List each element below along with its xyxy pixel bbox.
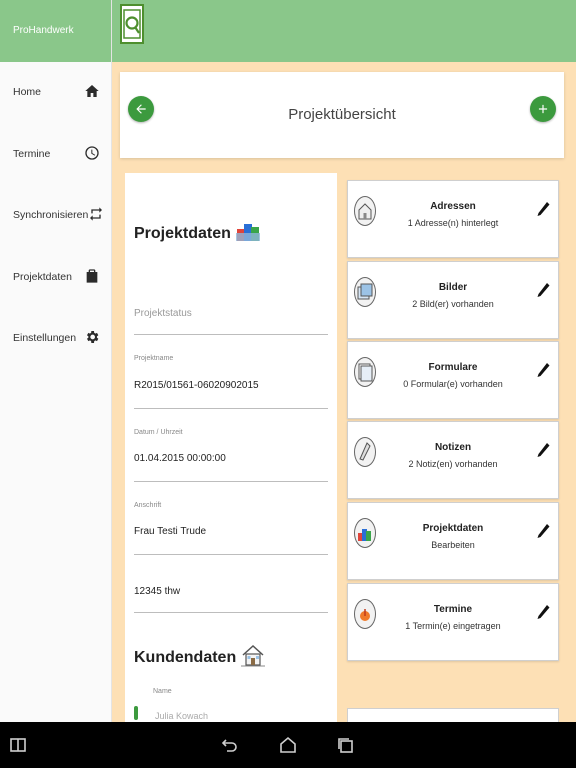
app-logo-icon[interactable] — [120, 4, 144, 44]
house-icon — [241, 644, 266, 667]
field-label: Projektname — [134, 355, 174, 362]
person-icon — [134, 706, 138, 720]
tile-title: Termine — [433, 604, 473, 615]
plus-icon — [538, 104, 548, 114]
sidebar-item-label: Projektdaten — [13, 271, 72, 283]
tile-title: Formulare — [428, 362, 478, 373]
tile-bilder[interactable]: Bilder 2 Bild(er) vorhanden — [347, 261, 559, 339]
projektdaten-section-title: Projektdaten — [134, 219, 261, 243]
top-bar — [112, 0, 576, 62]
tile-subtitle: 1 Adresse(n) hinterlegt — [407, 218, 499, 228]
tile-subtitle: 1 Termin(e) eingetragen — [405, 621, 501, 631]
tile-adressen[interactable]: Adressen 1 Adresse(n) hinterlegt — [347, 180, 559, 258]
field-label: Datum / Uhrzeit — [134, 429, 183, 436]
kundendaten-section-title: Kundendaten — [134, 643, 266, 667]
home-nav-icon[interactable] — [278, 735, 298, 755]
recent-apps-icon[interactable] — [336, 735, 356, 755]
tile-partial — [347, 708, 559, 722]
pictures-icon — [354, 277, 376, 307]
sidebar-item-termine[interactable]: Termine — [0, 134, 112, 174]
field-value: 01.04.2015 00:00:00 — [134, 453, 226, 464]
sidebar-item-projektdaten[interactable]: Projektdaten — [0, 257, 112, 297]
tile-title: Bilder — [438, 282, 468, 293]
edit-pencil-icon[interactable] — [536, 523, 550, 541]
section-title-text: Projektdaten — [134, 225, 231, 242]
edit-pencil-icon[interactable] — [536, 604, 550, 622]
project-data-icon — [354, 518, 376, 548]
gear-icon — [84, 329, 100, 348]
sidebar-item-synchronisieren[interactable]: Synchronisieren — [0, 195, 112, 235]
page-title: Projektübersicht — [288, 106, 396, 123]
projektstatus-field[interactable]: Projektstatus — [134, 301, 328, 335]
tile-subtitle: 2 Bild(er) vorhanden — [412, 299, 494, 309]
ort-field[interactable]: 12345 thw — [134, 577, 328, 613]
section-title-text: Kundendaten — [134, 649, 237, 666]
split-screen-icon[interactable] — [8, 735, 28, 755]
tile-subtitle: 0 Formular(e) vorhanden — [403, 379, 503, 389]
tile-title: Projektdaten — [422, 523, 484, 534]
tile-notizen[interactable]: Notizen 2 Notiz(en) vorhanden — [347, 421, 559, 499]
home-icon — [84, 83, 100, 102]
page-header: Projektübersicht — [120, 72, 564, 158]
tile-subtitle: Bearbeiten — [431, 540, 475, 550]
notes-icon — [354, 437, 376, 467]
sidebar-item-label: Termine — [13, 148, 51, 160]
edit-pencil-icon[interactable] — [536, 282, 550, 300]
projektstatus-placeholder: Projektstatus — [134, 308, 192, 319]
system-navigation-bar — [0, 722, 576, 768]
datum-uhrzeit-field[interactable]: Datum / Uhrzeit 01.04.2015 00:00:00 — [134, 429, 328, 482]
tile-projektdaten[interactable]: Projektdaten Bearbeiten — [347, 502, 559, 580]
address-icon — [354, 196, 376, 226]
tile-formulare[interactable]: Formulare 0 Formular(e) vorhanden — [347, 341, 559, 419]
kunden-name-label: Name — [153, 688, 172, 695]
sync-icon — [88, 206, 104, 225]
tile-title: Adressen — [430, 201, 476, 212]
edit-pencil-icon[interactable] — [536, 201, 550, 219]
tile-title: Notizen — [434, 442, 472, 453]
field-label: Anschrift — [134, 502, 162, 509]
chart-folder-icon — [235, 224, 260, 241]
field-value: Frau Testi Trude — [134, 526, 207, 537]
kunden-name-value: Julia Kowach — [155, 711, 209, 721]
sidebar-item-label: Synchronisieren — [13, 209, 89, 221]
sidebar-item-home[interactable]: Home — [0, 72, 112, 112]
sidebar: ProHandwerk Home Termine Synchronisieren… — [0, 0, 112, 722]
sidebar-item-label: Home — [13, 86, 42, 98]
tile-termine[interactable]: Termine 1 Termin(e) eingetragen — [347, 583, 559, 661]
forms-icon — [354, 357, 376, 387]
clock-icon — [84, 145, 100, 164]
sidebar-item-label: Einstellungen — [13, 332, 77, 344]
appointment-icon — [354, 599, 376, 629]
field-value: R2015/01561-06020902015 — [134, 380, 259, 391]
edit-pencil-icon[interactable] — [536, 362, 550, 380]
briefcase-icon — [84, 268, 100, 287]
anschrift-field[interactable]: Anschrift Frau Testi Trude — [134, 502, 328, 555]
back-nav-icon[interactable] — [220, 735, 240, 755]
field-value: 12345 thw — [134, 586, 181, 597]
projektname-field[interactable]: Projektname R2015/01561-06020902015 — [134, 355, 328, 409]
edit-pencil-icon[interactable] — [536, 442, 550, 460]
add-button[interactable] — [530, 96, 556, 122]
sidebar-app-title: ProHandwerk — [0, 0, 111, 62]
sidebar-item-einstellungen[interactable]: Einstellungen — [0, 318, 112, 358]
tile-subtitle: 2 Notiz(en) vorhanden — [408, 459, 498, 469]
project-details-card: Projektdaten Projektstatus Projektname R… — [125, 173, 337, 722]
